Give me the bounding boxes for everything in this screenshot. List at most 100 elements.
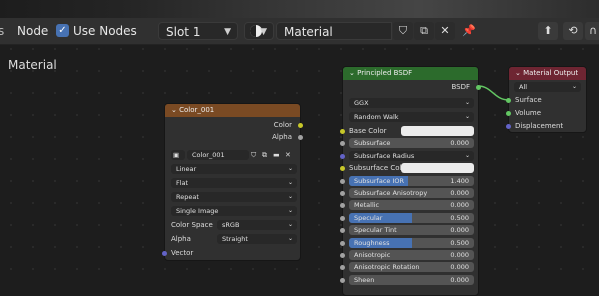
bsdf-row-value: 0.000	[450, 139, 469, 148]
bsdf-input-socket[interactable]	[340, 253, 345, 258]
bsdf-row-label: Subsurface Color	[349, 164, 409, 173]
chevron-down-icon: ⌄	[287, 193, 293, 200]
bsdf-input-socket[interactable]	[340, 153, 345, 159]
bsdf-row-value: 0.000	[450, 226, 469, 235]
interpolation-dropdown[interactable]: Linear ⌄	[171, 164, 297, 174]
bsdf-row-label: Specular Tint	[354, 226, 397, 235]
bsdf-input-socket[interactable]	[340, 129, 345, 134]
image-browse-button[interactable]: ▣	[171, 150, 185, 160]
bsdf-row-value: 0.000	[450, 263, 469, 272]
bsdf-input-socket[interactable]	[340, 215, 345, 221]
volume-input-label: Volume	[515, 109, 542, 117]
bsdf-row-label: Metallic	[354, 201, 380, 210]
alpha-mode-label: Alpha	[171, 235, 191, 243]
color-output-label: Color	[273, 121, 292, 129]
alpha-output-socket[interactable]	[298, 135, 303, 140]
volume-input-socket[interactable]	[506, 111, 511, 116]
bsdf-row-label: Roughness	[354, 238, 390, 247]
chevron-down-icon: ⌄	[571, 83, 577, 90]
bsdf-input-socket[interactable]	[340, 240, 345, 246]
bsdf-node-header[interactable]: ⌄ Principled BSDF	[343, 67, 478, 80]
folder-icon[interactable]: ▬	[273, 150, 280, 160]
bsdf-row-value: 0.000	[450, 201, 469, 210]
bsdf-input-socket[interactable]	[340, 203, 345, 209]
bsdf-input-socket[interactable]	[340, 191, 345, 196]
chevron-down-icon: ⌄	[287, 179, 293, 186]
bsdf-row-value: 0.000	[450, 275, 469, 284]
bsdf-row-value: 0.000	[450, 189, 469, 197]
bsdf-row-value: 0.500	[450, 238, 469, 247]
color-space-dropdown[interactable]: sRGB ⌄	[217, 220, 297, 230]
bsdf-input-socket[interactable]	[340, 265, 345, 271]
distribution-dropdown[interactable]: GGX ⌄	[349, 98, 474, 108]
bsdf-row-slider[interactable]: Specular 0.500	[349, 212, 474, 223]
image-node-header[interactable]: ⌄ Color_001	[165, 104, 300, 117]
chevron-down-icon: ⌄	[287, 221, 293, 228]
bsdf-row-slider[interactable]: Specular Tint 0.000	[349, 225, 474, 236]
chevron-down-icon: ⌄	[287, 207, 293, 214]
projection-dropdown[interactable]: Flat ⌄	[171, 178, 297, 188]
chevron-down-icon: ⌄	[464, 99, 470, 106]
bsdf-row-label: Anisotropic	[354, 251, 391, 259]
bsdf-row-slider[interactable]: Sheen 0.000	[349, 274, 474, 285]
extension-dropdown[interactable]: Repeat ⌄	[171, 192, 297, 202]
duplicate-icon[interactable]: ⧉	[262, 150, 267, 160]
bsdf-row-value: 1.400	[450, 176, 469, 185]
projection-value: Flat	[176, 179, 189, 187]
bsdf-row-dropdown[interactable]: Subsurface Radius ⌄	[349, 150, 474, 161]
image-texture-node[interactable]: ⌄ Color_001 Color Alpha ▣ Color_001 ⛉ ⧉ …	[162, 103, 303, 261]
target-dropdown[interactable]: All ⌄	[514, 82, 581, 92]
bsdf-row-value: 0.000	[450, 251, 469, 259]
bsdf-row-slider[interactable]: Subsurface 0.000	[349, 138, 474, 149]
bsdf-input-socket[interactable]	[340, 178, 345, 184]
collapse-chevron-icon: ⌄	[349, 69, 358, 77]
bsdf-input-socket[interactable]	[340, 166, 345, 172]
target-value: All	[519, 83, 528, 91]
bsdf-row-value: 0.500	[450, 213, 469, 222]
bsdf-node-title: Principled BSDF	[357, 69, 413, 77]
bsdf-row-slider[interactable]: Roughness 0.500	[349, 237, 474, 248]
bsdf-row-label: Subsurface Anisotropy	[354, 189, 428, 197]
bsdf-row-slider[interactable]: Anisotropic Rotation 0.000	[349, 262, 474, 273]
color-space-label: Color Space	[171, 221, 213, 229]
interpolation-value: Linear	[176, 165, 197, 173]
distribution-value: GGX	[354, 99, 369, 107]
chevron-down-icon: ⌄	[287, 165, 293, 172]
bsdf-input-socket[interactable]	[340, 228, 345, 234]
color-space-value: sRGB	[222, 221, 240, 229]
bsdf-row-slider[interactable]: Subsurface IOR 1.400	[349, 175, 474, 186]
shield-icon[interactable]: ⛉	[251, 150, 256, 160]
vector-input-label: Vector	[171, 249, 194, 257]
output-node-header[interactable]: ⌄ Material Output	[509, 67, 586, 80]
bsdf-row-label: Subsurface	[354, 139, 391, 148]
bsdf-input-socket[interactable]	[340, 141, 345, 147]
image-name-field[interactable]: Color_001	[187, 150, 249, 160]
surface-input-socket[interactable]	[506, 98, 511, 103]
image-node-title: Color_001	[179, 106, 215, 114]
extension-value: Repeat	[176, 193, 199, 201]
image-name: Color_001	[192, 151, 225, 159]
close-icon[interactable]: ✕	[285, 150, 291, 160]
color-output-socket[interactable]	[298, 123, 303, 128]
material-output-node[interactable]: ⌄ Material Output All ⌄ Surface Volume Di…	[506, 66, 587, 133]
displacement-input-socket[interactable]	[506, 124, 511, 129]
bsdf-row-slider[interactable]: Anisotropic 0.000	[349, 250, 474, 260]
source-dropdown[interactable]: Single Image ⌄	[171, 206, 297, 216]
color-swatch[interactable]	[401, 163, 474, 174]
color-swatch[interactable]	[401, 126, 474, 136]
principled-bsdf-node[interactable]: ⌄ Principled BSDF BSDF GGX ⌄ Random Walk ⌄…	[340, 66, 481, 296]
source-value: Single Image	[176, 207, 219, 215]
chevron-down-icon: ⌄	[464, 151, 470, 159]
displacement-input-label: Displacement	[515, 122, 564, 130]
image-icon: ▣	[173, 151, 180, 159]
bsdf-input-socket[interactable]	[340, 277, 345, 283]
alpha-mode-dropdown[interactable]: Straight ⌄	[217, 234, 297, 244]
bsdf-output-socket[interactable]	[476, 85, 481, 90]
subsurface-method-dropdown[interactable]: Random Walk ⌄	[349, 112, 474, 122]
collapse-chevron-icon: ⌄	[171, 106, 180, 114]
bsdf-row-label: Base Color	[349, 127, 387, 135]
bsdf-row-slider[interactable]: Metallic 0.000	[349, 200, 474, 211]
vector-input-socket[interactable]	[162, 251, 167, 256]
bsdf-row-slider[interactable]: Subsurface Anisotropy 0.000	[349, 188, 474, 198]
bsdf-row-label: Sheen	[354, 275, 375, 284]
